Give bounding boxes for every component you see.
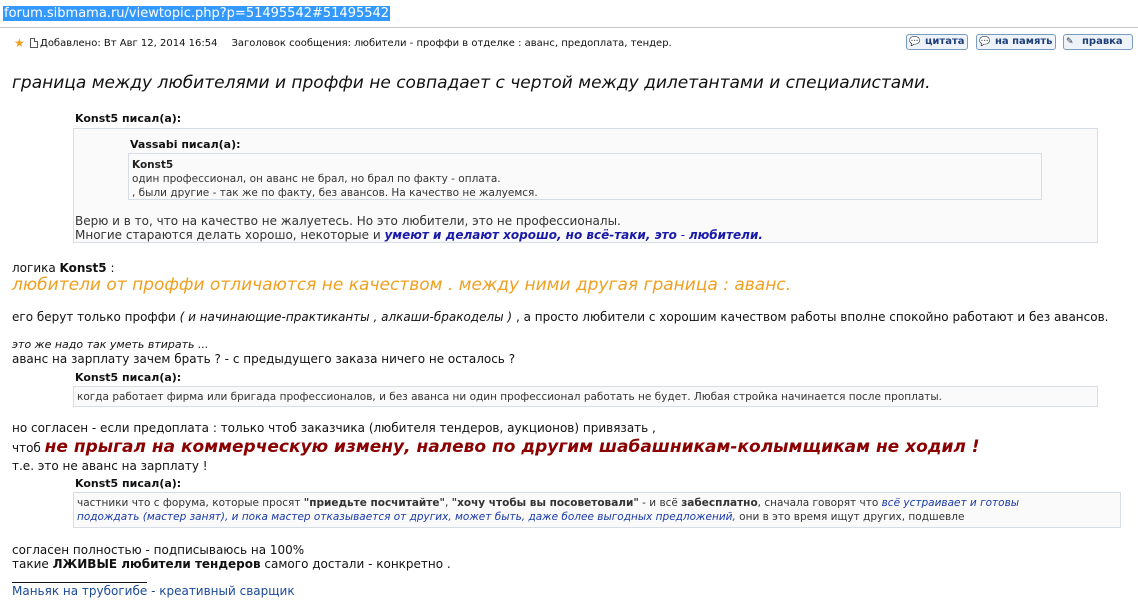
signature: Маньяк на трубогибе - креативный сварщик bbox=[12, 584, 295, 598]
quote-line: подождать (мастер занят), и пока мастер … bbox=[77, 511, 965, 523]
quote-author: Konst5 писал(а): bbox=[75, 477, 182, 490]
body-line: чтоб не прыгал на коммерческую измену, н… bbox=[12, 437, 980, 457]
nested-quote-line: один профессионал, он аванс не брал, но … bbox=[132, 173, 501, 185]
post-added-date: Добавлено: Вт Авг 12, 2014 16:54 bbox=[40, 38, 218, 49]
speech-bubble-icon: 💬 bbox=[909, 37, 921, 47]
pencil-icon: ✎ bbox=[1066, 37, 1074, 47]
address-url[interactable]: forum.sibmama.ru/viewtopic.php?p=5149554… bbox=[3, 6, 391, 21]
body-line: т.е. это не аванс на зарплату ! bbox=[12, 459, 208, 473]
quote-author: Konst5 писал(а): bbox=[75, 112, 182, 125]
post-subject: Заголовок сообщения: любители - проффи в… bbox=[231, 38, 672, 49]
highlight-statement: любители от проффи отличаются не качеств… bbox=[12, 275, 792, 295]
quote-box: частники что с форума, которые просят "п… bbox=[73, 492, 1121, 528]
post-lead: граница между любителями и проффи не сов… bbox=[12, 73, 931, 93]
post-page-icon bbox=[30, 38, 38, 48]
quote-text: Верю и в то, что на качество не жалуетес… bbox=[75, 214, 763, 242]
logic-line: логика Konst5 : bbox=[12, 261, 115, 275]
quote-button[interactable]: 💬 цитата bbox=[906, 34, 968, 50]
body-line: его берут только проффи ( и начинающие-п… bbox=[12, 310, 1109, 324]
quote-author: Konst5 писал(а): bbox=[75, 371, 182, 384]
quote-line: частники что с форума, которые просят "п… bbox=[77, 497, 1020, 509]
address-bar[interactable]: forum.sibmama.ru/viewtopic.php?p=5149554… bbox=[0, 0, 1138, 28]
post-header: ★ Добавлено: Вт Авг 12, 2014 16:54 Заголо… bbox=[0, 32, 1138, 54]
speech-bubble-icon: 💬 bbox=[979, 37, 991, 47]
body-line: согласен полностью - подписываюсь на 100… bbox=[12, 543, 305, 557]
signature-divider bbox=[12, 582, 147, 583]
nested-quote-line: , были другие - так же по факту, без ава… bbox=[132, 187, 538, 199]
quote-line: Многие стараются делать хорошо, некоторы… bbox=[75, 228, 763, 242]
quote-box: когда работает фирма или бригада професс… bbox=[73, 386, 1098, 407]
edit-button[interactable]: ✎ правка bbox=[1063, 34, 1133, 50]
body-line: такие ЛЖИВЫЕ любители тендеров самого до… bbox=[12, 557, 451, 571]
quote-line: Верю и в то, что на качество не жалуетес… bbox=[75, 214, 621, 228]
nested-quote-author: Vassabi писал(а): bbox=[130, 138, 241, 151]
body-line: но согласен - если предоплата : только ч… bbox=[12, 421, 656, 435]
post-meta: Добавлено: Вт Авг 12, 2014 16:54 Заголово… bbox=[40, 38, 672, 49]
bookmark-button[interactable]: 💬 на память bbox=[976, 34, 1056, 50]
nested-quote-box: Konst5 один профессионал, он аванс не бр… bbox=[128, 153, 1042, 200]
body-line: аванс на зарплату зачем брать ? - с пред… bbox=[12, 352, 516, 366]
body-line: это же надо так уметь втирать ... bbox=[12, 338, 209, 351]
nested-quote-name: Konst5 bbox=[132, 159, 174, 171]
star-icon: ★ bbox=[14, 36, 25, 50]
